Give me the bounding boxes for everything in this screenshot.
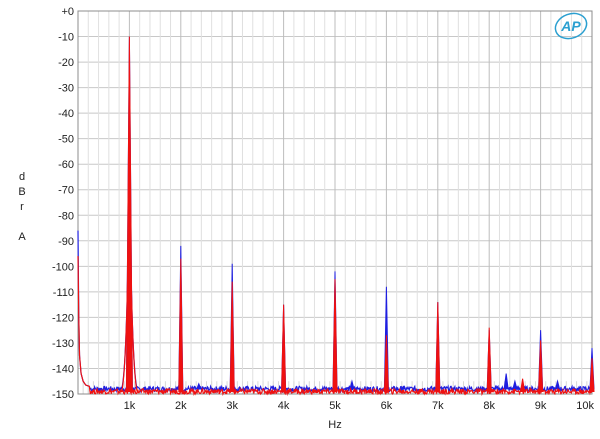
y-axis-label-char: d [19,171,25,183]
y-tick-label: -10 [58,32,74,44]
y-tick-label: -20 [58,57,74,69]
y-axis-label-char: A [18,231,26,243]
y-tick-label: +0 [61,6,74,18]
y-tick-label: -140 [52,363,74,375]
y-axis-label-char: B [18,186,25,198]
x-tick-label: 10k [576,400,594,412]
y-tick-label: -150 [52,389,74,401]
x-tick-label: 6k [381,400,393,412]
x-tick-label: 7k [432,400,444,412]
x-tick-label: 3k [226,400,238,412]
y-tick-label: -60 [58,159,74,171]
y-tick-label: -100 [52,261,74,273]
x-tick-label: 8k [483,400,495,412]
x-tick-label: 1k [124,400,136,412]
y-tick-label: -120 [52,312,74,324]
y-tick-label: -70 [58,185,74,197]
x-axis-label: Hz [328,419,341,431]
x-tick-label: 5k [329,400,341,412]
ap-logo-text: AP [560,18,581,34]
x-tick-label: 4k [278,400,290,412]
spectrum-chart: +0 -10 -20 -30 -40 -50 -60 -70 -80 -90 -100 -110 -12… [0,0,600,439]
y-axis-label-char: r [20,201,24,213]
y-tick-label: -80 [58,210,74,222]
y-tick-label: -40 [58,108,74,120]
y-tick-label: -90 [58,236,74,248]
y-tick-label: -110 [53,287,74,299]
x-tick-label: 9k [535,400,547,412]
y-tick-label: -50 [58,134,74,146]
y-tick-label: -30 [58,83,74,95]
y-tick-label: -130 [52,338,74,350]
x-tick-label: 2k [175,400,187,412]
